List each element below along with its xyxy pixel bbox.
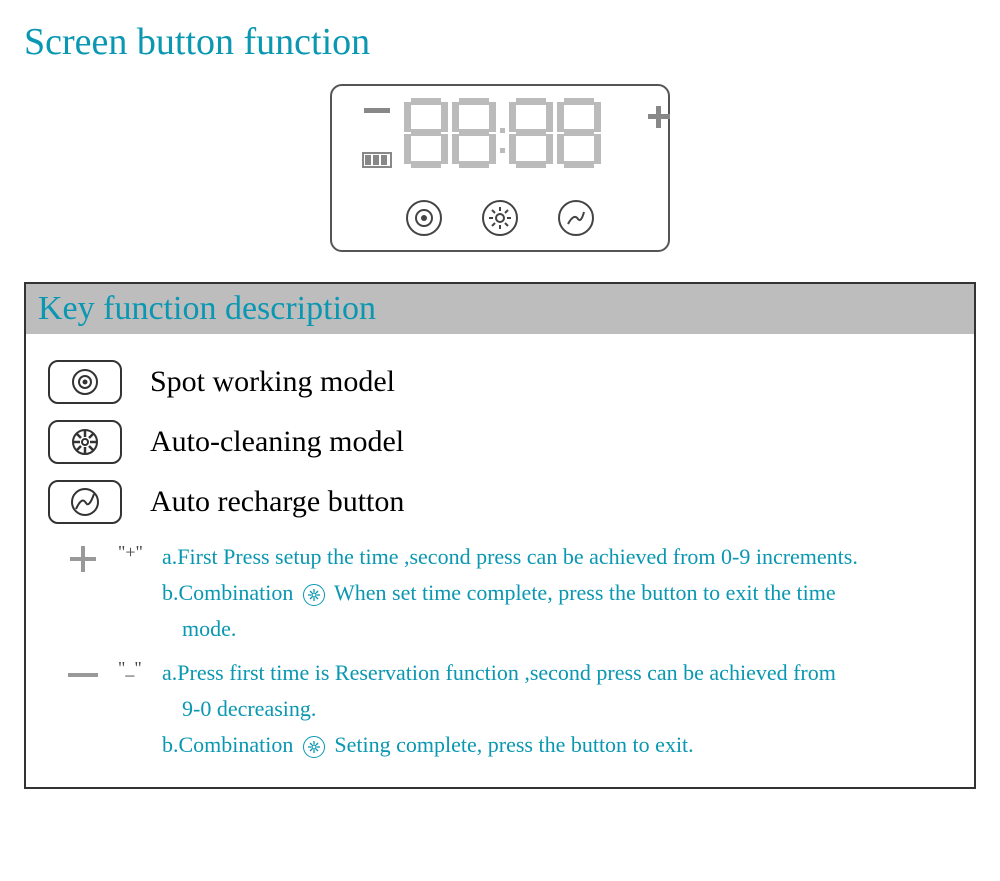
section-header-bar: Key function description	[26, 284, 974, 334]
spot-icon	[48, 360, 122, 404]
minus-note-a1: a.Press first time is Reservation functi…	[162, 656, 952, 690]
description-box: Key function description Spot working mo…	[24, 282, 976, 789]
panel-spot-icon	[406, 200, 442, 236]
control-panel-illustration	[24, 84, 976, 252]
recharge-label: Auto recharge button	[150, 485, 404, 519]
gear-icon	[48, 420, 122, 464]
page-title: Screen button function	[24, 20, 976, 64]
legend-row-auto-clean: Auto-cleaning model	[48, 420, 952, 464]
plus-note-b-tail: mode.	[162, 612, 952, 646]
minus-glyph-icon	[68, 660, 98, 690]
plus-note-a: a.First Press setup the time ,second pre…	[162, 540, 952, 574]
inline-gear-icon	[303, 736, 325, 758]
panel-recharge-icon	[558, 200, 594, 236]
plus-symbol-label: "+"	[118, 540, 162, 648]
minus-note-b: b.Combination Seting complete, press the…	[162, 728, 952, 762]
seven-segment-display	[402, 98, 603, 168]
recharge-icon	[48, 480, 122, 524]
battery-icon	[362, 152, 392, 168]
inline-gear-icon	[303, 584, 325, 606]
minus-icon	[364, 108, 390, 113]
section-header: Key function description	[38, 290, 376, 327]
plus-glyph-icon	[68, 544, 98, 574]
panel-frame	[330, 84, 670, 252]
minus-symbol-label: "_"	[118, 656, 162, 764]
plus-note-b: b.Combination When set time complete, pr…	[162, 576, 952, 610]
auto-clean-label: Auto-cleaning model	[150, 425, 404, 459]
panel-gear-icon	[482, 200, 518, 236]
legend-row-recharge: Auto recharge button	[48, 480, 952, 524]
plus-note: "+" a.First Press setup the time ,second…	[48, 540, 952, 648]
minus-note-a2: 9-0 decreasing.	[162, 692, 952, 726]
minus-note: "_" a.Press first time is Reservation fu…	[48, 656, 952, 764]
spot-label: Spot working model	[150, 365, 395, 399]
legend-row-spot: Spot working model	[48, 360, 952, 404]
